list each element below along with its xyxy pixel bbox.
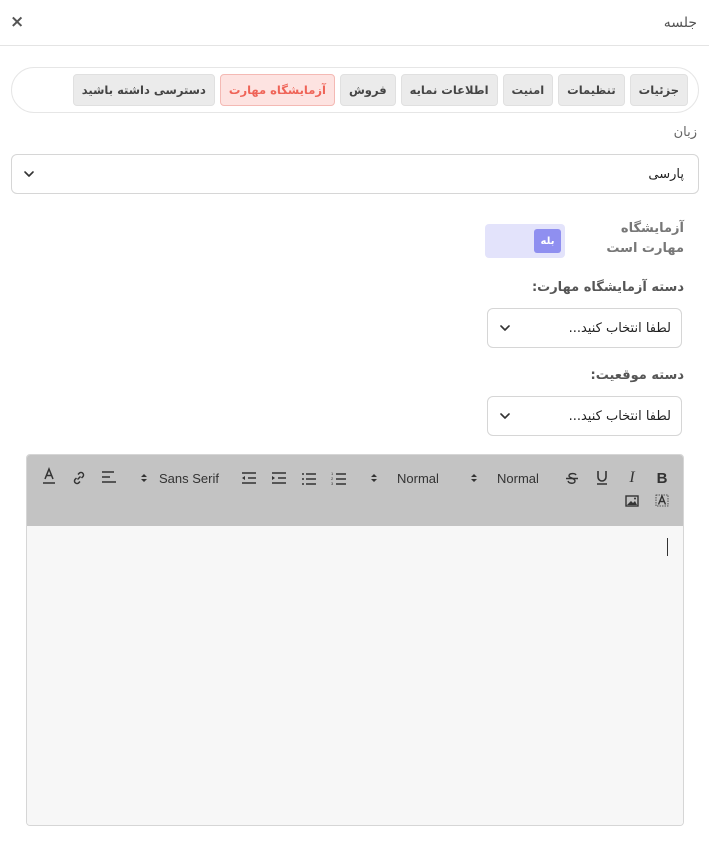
close-icon[interactable]: ×	[10, 14, 24, 31]
chevron-down-icon	[500, 413, 510, 419]
position-category-select[interactable]: لطفا انتخاب کنید...	[487, 396, 682, 436]
font-select-value: Sans Serif	[159, 470, 219, 486]
outdent-icon[interactable]	[239, 469, 259, 487]
skill-category-select[interactable]: لطفا انتخاب کنید...	[487, 308, 682, 348]
text-caret	[667, 538, 668, 556]
indent-icon[interactable]	[269, 469, 289, 487]
underline-icon[interactable]	[593, 467, 611, 487]
editor-content-area[interactable]	[27, 526, 683, 825]
font-select-arrows-icon[interactable]	[137, 469, 151, 487]
font-select[interactable]: Sans Serif	[159, 467, 229, 489]
position-category-value: لطفا انتخاب کنید...	[568, 408, 671, 424]
modal-title: جلسه	[663, 14, 697, 31]
header-select-arrows-icon[interactable]	[367, 469, 381, 487]
language-label: زبان	[673, 125, 697, 140]
bold-icon[interactable]: B	[653, 469, 671, 487]
rich-text-editor: B I Normal Normal 123 Sans Serif	[26, 454, 684, 826]
chevron-down-icon	[500, 325, 510, 331]
size-select-arrows-icon[interactable]	[467, 469, 481, 487]
bullet-list-icon[interactable]	[299, 469, 319, 487]
tab-profile-info[interactable]: اطلاعات نمایه	[400, 74, 498, 106]
chevron-down-icon	[24, 171, 34, 177]
svg-text:3: 3	[331, 481, 334, 485]
text-color-icon[interactable]	[39, 466, 59, 486]
editor-toolbar: B I Normal Normal 123 Sans Serif	[27, 455, 683, 526]
align-icon[interactable]	[99, 468, 119, 486]
size-select-value: Normal	[497, 470, 539, 486]
tab-bar: جزئیات تنظیمات امنیت اطلاعات نمایه فروش …	[11, 67, 699, 113]
modal-header: جلسه ×	[0, 0, 709, 46]
skill-lab-label: آزمایشگاه مهارت است	[606, 221, 684, 256]
language-select-value: پارسی	[648, 166, 684, 182]
header-select-value: Normal	[397, 470, 439, 486]
skill-lab-toggle[interactable]: بله	[485, 224, 565, 258]
toggle-knob: بله	[534, 229, 561, 253]
tab-sales[interactable]: فروش	[339, 74, 396, 106]
tab-security[interactable]: امنیت	[502, 74, 554, 106]
skill-category-value: لطفا انتخاب کنید...	[568, 320, 671, 336]
tab-details[interactable]: جزئیات	[629, 74, 688, 106]
tab-access[interactable]: دسترسی داشته باشید	[72, 74, 215, 106]
strike-icon[interactable]	[563, 469, 581, 487]
link-icon[interactable]	[69, 469, 89, 487]
ordered-list-icon[interactable]: 123	[329, 469, 349, 487]
image-icon[interactable]	[623, 492, 641, 510]
background-color-icon[interactable]	[653, 491, 671, 509]
position-category-label: دسته موقعیت:	[590, 368, 685, 383]
tab-skill-lab[interactable]: آزمایشگاه مهارت	[219, 74, 335, 106]
header-select[interactable]: Normal	[397, 467, 453, 489]
italic-icon[interactable]: I	[623, 469, 641, 487]
size-select[interactable]: Normal	[497, 467, 553, 489]
language-select[interactable]: پارسی	[11, 154, 699, 194]
skill-category-label: دسته آزمایشگاه مهارت:	[531, 280, 684, 295]
tab-settings[interactable]: تنظیمات	[558, 74, 625, 106]
